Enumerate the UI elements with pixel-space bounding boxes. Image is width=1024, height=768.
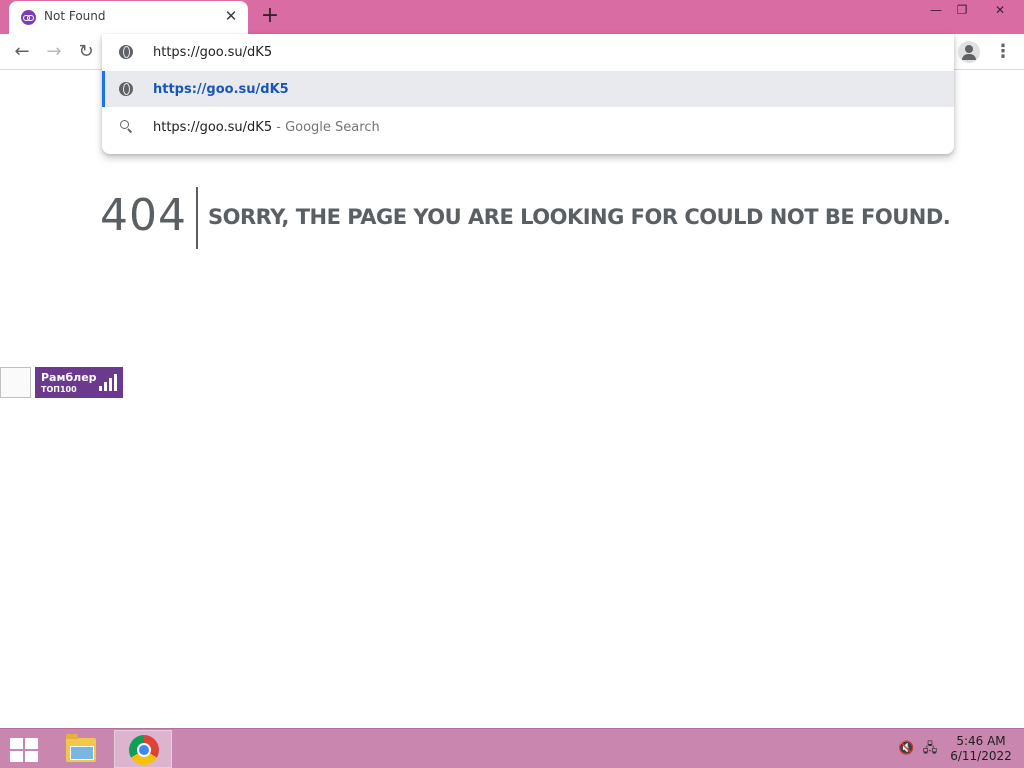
profile-avatar-icon[interactable] bbox=[958, 41, 980, 63]
browser-tab[interactable]: Not Found ✕ bbox=[9, 1, 248, 34]
broken-image-icon[interactable] bbox=[0, 367, 31, 398]
error-message: SORRY, THE PAGE YOU ARE LOOKING FOR COUL… bbox=[208, 205, 951, 229]
error-divider bbox=[196, 187, 198, 249]
suggestion-text: https://goo.su/dK5 - Google Search bbox=[153, 120, 380, 135]
close-window-button[interactable]: ✕ bbox=[986, 0, 1014, 22]
address-input[interactable]: https://goo.su/dK5 bbox=[153, 45, 272, 60]
address-bar[interactable]: https://goo.su/dK5 bbox=[102, 34, 954, 70]
globe-icon bbox=[119, 45, 133, 59]
chrome-taskbar-button[interactable] bbox=[114, 730, 172, 768]
close-tab-icon[interactable]: ✕ bbox=[222, 7, 240, 25]
forward-button[interactable]: → bbox=[42, 40, 66, 64]
rambler-sub: ТОП100 bbox=[41, 385, 77, 394]
chrome-icon bbox=[129, 735, 159, 765]
windows-start-icon[interactable] bbox=[10, 738, 38, 762]
browser-titlebar: Not Found ✕ + — ❐ ✕ bbox=[0, 0, 1024, 34]
browser-menu-button[interactable]: ⋮ bbox=[994, 40, 1012, 64]
new-tab-button[interactable]: + bbox=[258, 5, 282, 29]
suggestion-desc: - Google Search bbox=[272, 120, 380, 135]
restore-button[interactable]: ❐ bbox=[948, 0, 976, 22]
rambler-name: Рамблер bbox=[41, 371, 97, 384]
tab-title: Not Found bbox=[44, 9, 106, 23]
volume-muted-icon[interactable]: 🔇 bbox=[898, 741, 914, 757]
reload-button[interactable]: ↻ bbox=[74, 40, 98, 64]
site-favicon-icon bbox=[21, 10, 36, 25]
omnibox-dropdown: https://goo.su/dK5 https://goo.su/dK5 ht… bbox=[102, 34, 954, 154]
windows-taskbar: 🔇 🖧 5:46 AM 6/11/2022 bbox=[0, 728, 1024, 768]
clock-time: 5:46 AM bbox=[956, 734, 1006, 748]
file-explorer-icon[interactable] bbox=[60, 731, 104, 767]
system-clock[interactable]: 5:46 AM 6/11/2022 bbox=[945, 734, 1017, 764]
rambler-top100-badge[interactable]: Рамблер ТОП100 bbox=[35, 367, 123, 398]
minimize-button[interactable]: — bbox=[922, 0, 950, 22]
omnibox-suggestion-search[interactable]: https://goo.su/dK5 - Google Search bbox=[102, 109, 954, 145]
clock-date: 6/11/2022 bbox=[950, 749, 1012, 763]
suggestion-text: https://goo.su/dK5 bbox=[153, 82, 289, 97]
network-icon[interactable]: 🖧 bbox=[922, 741, 938, 757]
omnibox-suggestion-url[interactable]: https://goo.su/dK5 bbox=[102, 71, 954, 107]
globe-icon bbox=[119, 82, 133, 96]
back-button[interactable]: ← bbox=[10, 40, 34, 64]
search-icon bbox=[120, 120, 129, 129]
error-code: 404 bbox=[100, 190, 187, 241]
